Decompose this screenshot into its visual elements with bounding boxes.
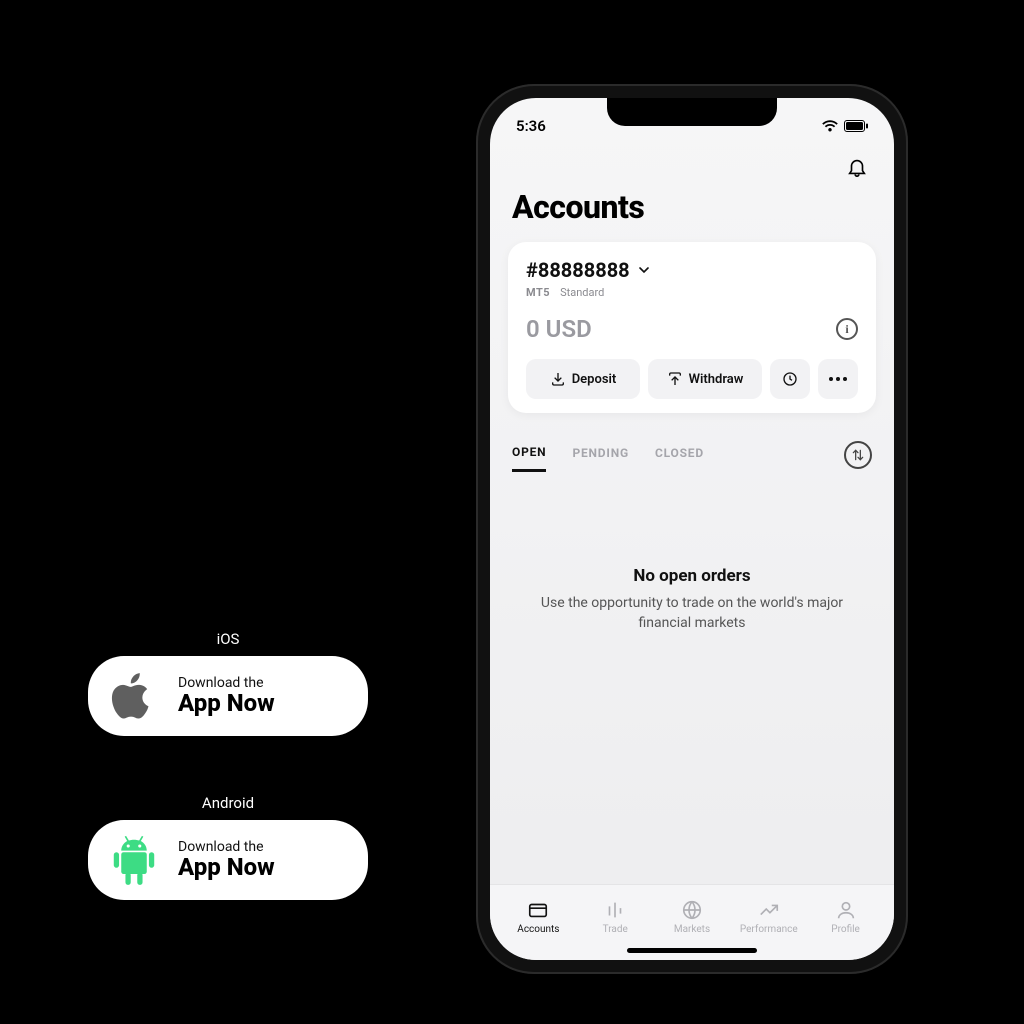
globe-icon [681,899,703,921]
history-icon [782,371,798,387]
withdraw-button[interactable]: Withdraw [648,359,762,399]
deposit-label: Deposit [572,372,617,387]
account-selector[interactable]: #88888888 [526,258,858,282]
tab-pending[interactable]: PENDING [572,446,629,470]
download-line2: App Now [178,691,275,716]
account-balance: 0 USD [526,315,592,343]
download-android-text: Download the App Now [178,839,275,880]
status-time: 5:36 [516,117,546,135]
tab-open[interactable]: OPEN [512,445,546,472]
nav-accounts-label: Accounts [517,924,559,935]
download-android-label: Android [88,794,368,812]
sort-button[interactable] [844,441,872,469]
ellipsis-icon [829,377,847,381]
download-line2: App Now [178,855,275,880]
nav-performance[interactable]: Performance [734,899,804,935]
download-android-button[interactable]: Download the App Now [88,820,368,900]
download-ios-text: Download the App Now [178,675,275,716]
empty-state: No open orders Use the opportunity to tr… [490,476,894,884]
account-meta: MT5 Standard [526,286,858,299]
profile-icon [835,899,857,921]
nav-trade[interactable]: Trade [580,899,650,935]
wifi-icon [821,120,839,132]
withdraw-label: Withdraw [689,372,744,387]
android-icon [106,832,162,888]
phone-notch [607,98,777,126]
more-button[interactable] [818,359,858,399]
notifications-button[interactable] [842,152,872,182]
nav-trade-label: Trade [603,924,628,935]
bell-icon [846,156,868,178]
account-actions: Deposit Withdraw [526,359,858,399]
trade-icon [604,899,626,921]
nav-performance-label: Performance [740,924,798,935]
balance-info-button[interactable]: i [836,318,858,340]
nav-accounts[interactable]: Accounts [503,899,573,935]
upload-icon [667,371,683,387]
accounts-icon [527,899,549,921]
status-indicators [821,120,868,132]
download-ios-label: iOS [88,630,368,648]
phone-mockup: 5:36 Accounts [476,84,908,974]
history-button[interactable] [770,359,810,399]
battery-icon [844,120,868,132]
nav-markets-label: Markets [674,924,710,935]
orders-tabs: OPEN PENDING CLOSED [512,441,872,476]
download-android: Android Download the App Now [88,794,368,900]
sort-icon [851,448,865,462]
apple-icon [106,668,162,724]
nav-profile-label: Profile [831,924,860,935]
page-title: Accounts [490,182,894,242]
account-card: #88888888 MT5 Standard 0 USD i Deposit [508,242,876,413]
empty-subtitle: Use the opportunity to trade on the worl… [520,594,864,633]
home-indicator [627,948,757,953]
chevron-down-icon [636,262,652,278]
deposit-button[interactable]: Deposit [526,359,640,399]
download-ios: iOS Download the App Now [88,630,368,736]
account-platform: MT5 [526,286,550,299]
empty-title: No open orders [633,566,750,586]
header [490,144,894,182]
nav-profile[interactable]: Profile [811,899,881,935]
account-number: #88888888 [526,258,630,282]
download-ios-button[interactable]: Download the App Now [88,656,368,736]
phone-screen: 5:36 Accounts [490,98,894,960]
nav-markets[interactable]: Markets [657,899,727,935]
tab-closed[interactable]: CLOSED [655,446,704,470]
balance-row: 0 USD i [526,315,858,343]
download-icon [550,371,566,387]
account-type: Standard [560,286,604,299]
performance-icon [758,899,780,921]
